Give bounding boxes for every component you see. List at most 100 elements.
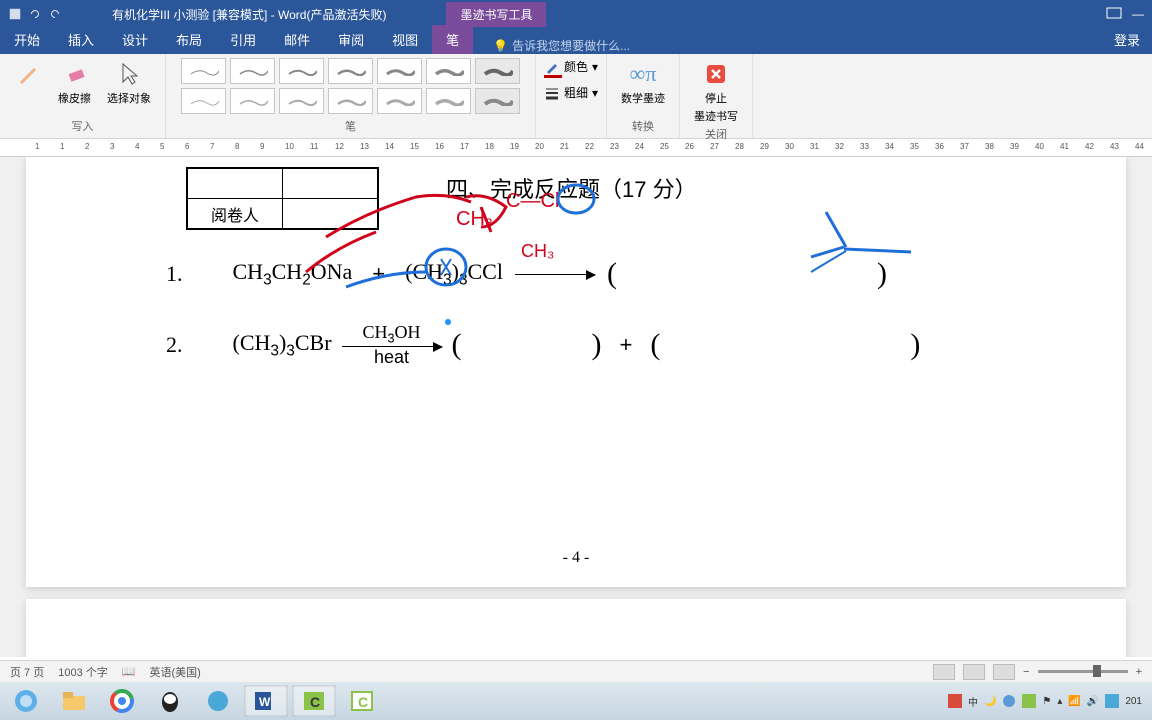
status-language[interactable]: 英语(美国) (149, 664, 200, 680)
tab-design[interactable]: 设计 (108, 25, 162, 54)
stop-ink-button[interactable]: 停止 墨迹书写 (688, 58, 744, 126)
login-link[interactable]: 登录 (1102, 25, 1152, 54)
undo-icon[interactable] (28, 7, 42, 21)
pen-style-4[interactable] (328, 58, 373, 84)
ribbon-group-close: 停止 墨迹书写 关闭 (680, 54, 753, 138)
pen-style-14[interactable] (475, 88, 520, 114)
app-icon-1[interactable] (196, 685, 240, 717)
ruler-mark: 22 (585, 142, 594, 151)
quick-access-toolbar (8, 7, 62, 21)
chevron-up-icon[interactable]: ▴ (1057, 696, 1062, 707)
ime-icon[interactable]: 中 (968, 694, 978, 709)
qq-icon[interactable] (148, 685, 192, 717)
close-paren-2a: ) (592, 328, 602, 362)
file-explorer-icon[interactable] (52, 685, 96, 717)
pen-style-5[interactable] (377, 58, 422, 84)
pen-style-8[interactable] (181, 88, 226, 114)
tab-review[interactable]: 审阅 (324, 25, 378, 54)
tab-start[interactable]: 开始 (0, 25, 54, 54)
ruler-mark: 23 (610, 142, 619, 151)
document-area[interactable]: 阅卷人 四、完成反应题（17 分） 1. CH3CH2ONa + (CH3)3C… (0, 157, 1152, 657)
open-paren: ( (607, 257, 617, 291)
ruler-mark: 10 (285, 142, 294, 151)
page-number: - 4 - (563, 549, 590, 567)
chrome-icon[interactable] (100, 685, 144, 717)
tab-mail[interactable]: 邮件 (270, 25, 324, 54)
ruler-mark: 11 (310, 142, 318, 151)
select-objects-button[interactable]: 选择对象 (101, 58, 157, 108)
ruler-mark: 26 (685, 142, 694, 151)
pen-style-7[interactable] (475, 58, 520, 84)
ruler-mark: 19 (510, 142, 519, 151)
ribbon-options-icon[interactable] (1106, 7, 1122, 22)
q2-plus: + (620, 332, 633, 358)
svg-text:W: W (259, 695, 271, 709)
tray-moon-icon[interactable]: 🌙 (984, 696, 996, 707)
pen-style-9[interactable] (230, 88, 275, 114)
pen-style-1[interactable] (181, 58, 226, 84)
ruler-mark: 15 (410, 142, 419, 151)
ruler-mark: 17 (460, 142, 469, 151)
zoom-in-button[interactable]: + (1136, 666, 1142, 678)
next-page[interactable] (26, 599, 1126, 657)
pen-style-3[interactable] (279, 58, 324, 84)
pen-style-13[interactable] (426, 88, 471, 114)
zoom-out-button[interactable]: − (1023, 666, 1029, 678)
pen-style-6[interactable] (426, 58, 471, 84)
word-icon[interactable]: W (244, 685, 288, 717)
camtasia-icon[interactable]: C (292, 685, 336, 717)
ruler-mark: 7 (210, 142, 214, 151)
print-layout-button[interactable] (963, 664, 985, 680)
ribbon-group-write: 橡皮擦 选择对象 写入 (0, 54, 166, 138)
ruler-mark: 43 (1110, 142, 1119, 151)
ruler-mark: 31 (810, 142, 819, 151)
minimize-icon[interactable]: — (1132, 7, 1144, 22)
start-button[interactable] (4, 685, 48, 717)
color-picker[interactable]: 颜色 ▾ (544, 58, 598, 75)
pen-style-10[interactable] (279, 88, 324, 114)
redo-icon[interactable] (48, 7, 62, 21)
ruler-mark: 20 (535, 142, 544, 151)
pen-style-12[interactable] (377, 88, 422, 114)
clock[interactable]: 201 (1125, 696, 1142, 707)
cursor-icon (115, 60, 143, 88)
tab-layout[interactable]: 布局 (162, 25, 216, 54)
spellcheck-icon[interactable]: 📖 (122, 665, 136, 678)
tray-icon-3[interactable] (1022, 694, 1036, 708)
tab-pen[interactable]: 笔 (432, 25, 473, 54)
tray-icon-2[interactable] (1002, 694, 1016, 708)
close-paren-2b: ) (910, 328, 920, 362)
tab-insert[interactable]: 插入 (54, 25, 108, 54)
read-mode-button[interactable] (933, 664, 955, 680)
tab-view[interactable]: 视图 (378, 25, 432, 54)
zoom-slider[interactable] (1038, 670, 1128, 673)
tray-icon-1[interactable] (948, 694, 962, 708)
q1-plus: + (372, 261, 385, 287)
q1-reactant-b: (CH3)3CCl (405, 259, 503, 289)
thickness-picker[interactable]: 粗细 ▾ (544, 84, 598, 101)
q2-reactant: (CH3)3CBr (233, 330, 332, 360)
page[interactable]: 阅卷人 四、完成反应题（17 分） 1. CH3CH2ONa + (CH3)3C… (26, 157, 1126, 587)
tell-me-search[interactable]: 💡 告诉我您想要做什么... (493, 37, 630, 54)
math-ink-button[interactable]: ∞π 数学墨迹 (615, 58, 671, 108)
web-layout-button[interactable] (993, 664, 1015, 680)
status-page[interactable]: 页 7 页 (10, 664, 44, 680)
ruler-mark: 28 (735, 142, 744, 151)
save-icon[interactable] (8, 7, 22, 21)
tab-reference[interactable]: 引用 (216, 25, 270, 54)
camtasia-editor-icon[interactable]: C (340, 685, 384, 717)
ruler-mark: 39 (1010, 142, 1019, 151)
ruler-mark: 38 (985, 142, 994, 151)
action-center-icon[interactable]: ⚑ (1042, 696, 1051, 707)
volume-icon[interactable]: 🔊 (1087, 696, 1099, 707)
status-word-count[interactable]: 1003 个字 (58, 664, 108, 680)
pen-button[interactable] (8, 58, 48, 108)
eraser-button[interactable]: 橡皮擦 (52, 58, 97, 108)
svg-text:C: C (358, 694, 368, 710)
pen-style-2[interactable] (230, 58, 275, 84)
network-icon[interactable]: 📶 (1068, 696, 1080, 707)
pen-style-11[interactable] (328, 88, 373, 114)
lightbulb-icon: 💡 (493, 39, 508, 53)
horizontal-ruler[interactable]: // ruler will be populated below after d… (0, 139, 1152, 157)
tray-icon-4[interactable] (1105, 694, 1119, 708)
